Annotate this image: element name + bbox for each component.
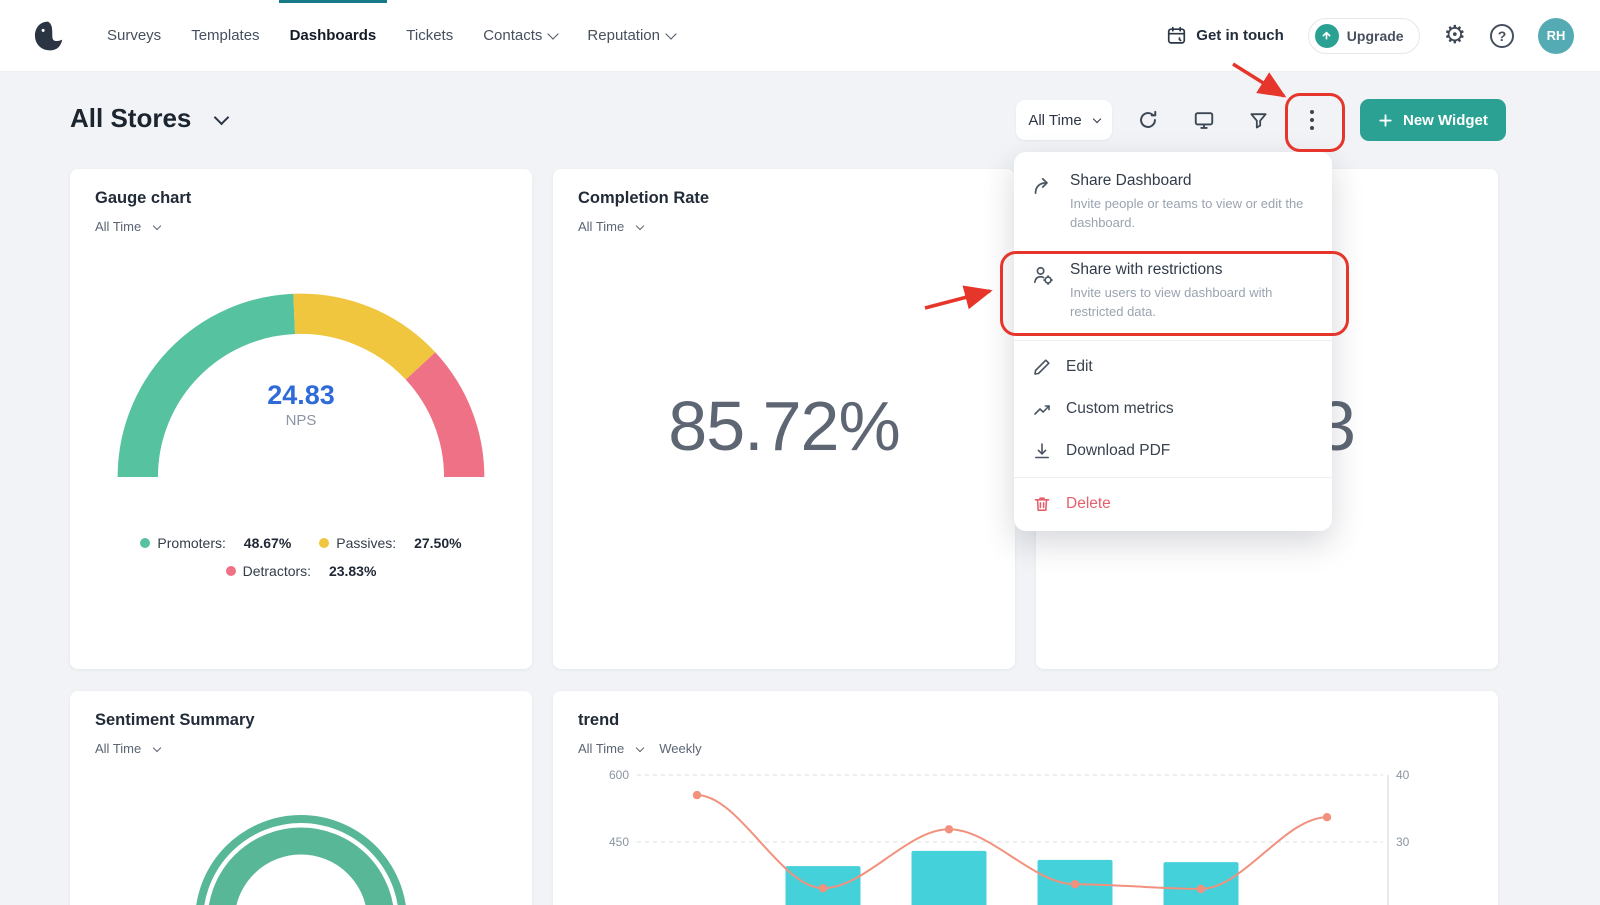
chevron-down-icon — [665, 28, 676, 39]
menu-item-custom-metrics[interactable]: Custom metrics — [1014, 388, 1332, 430]
gauge-chart-widget: Gauge chart All Time 24.83 NPS Promoters… — [70, 169, 532, 669]
chevron-down-icon — [636, 743, 644, 751]
widget-time-filter[interactable]: All Time — [95, 219, 160, 234]
tv-mode-button[interactable] — [1184, 100, 1224, 140]
nav-item-reputation[interactable]: Reputation — [572, 0, 690, 71]
trend-chart-widget: trend All Time Weekly 600 450 40 30 — [553, 691, 1498, 905]
period-label: Weekly — [659, 741, 701, 756]
chevron-down-icon — [153, 221, 161, 229]
refresh-icon — [1137, 109, 1159, 131]
sentiment-donut-chart — [70, 691, 532, 905]
more-options-kebab-button[interactable] — [1292, 100, 1332, 140]
dashboard-options-menu: Share Dashboard Invite people or teams t… — [1014, 152, 1332, 531]
primary-nav: Surveys Templates Dashboards Tickets Con… — [92, 0, 690, 71]
detractors-dot-icon — [226, 566, 236, 576]
pencil-icon — [1032, 357, 1052, 377]
bar-series — [786, 851, 1239, 905]
trend-combo-chart: 600 450 40 30 — [593, 763, 1453, 905]
trash-icon — [1032, 494, 1052, 514]
gauge-legend-row: Promoters: 48.67% Passives: 27.50% — [70, 535, 532, 551]
y-axis-left-tick: 450 — [609, 835, 629, 849]
kebab-icon — [1310, 110, 1315, 131]
menu-divider — [1014, 477, 1332, 478]
top-nav-bar: Surveys Templates Dashboards Tickets Con… — [0, 0, 1600, 72]
chevron-down-icon — [1092, 115, 1100, 123]
app-logo-icon[interactable] — [30, 18, 66, 54]
user-gear-icon — [1032, 261, 1056, 322]
completion-rate-value: 85.72% — [553, 391, 1015, 461]
widget-title: Gauge chart — [95, 189, 191, 208]
get-in-touch-button[interactable]: Get in touch — [1166, 25, 1284, 46]
user-avatar[interactable]: RH — [1538, 18, 1574, 54]
legend-promoters: Promoters: 48.67% — [140, 535, 291, 551]
trending-up-icon — [1032, 399, 1052, 419]
page-title: All Stores — [70, 103, 191, 134]
chevron-down-icon — [214, 109, 230, 125]
nav-item-contacts[interactable]: Contacts — [468, 0, 572, 71]
nav-item-templates[interactable]: Templates — [176, 0, 274, 71]
gauge-legend-row: Detractors: 23.83% — [70, 563, 532, 579]
widget-title: trend — [578, 711, 619, 730]
settings-gear-icon[interactable]: ⚙ — [1444, 23, 1466, 48]
plus-icon — [1378, 113, 1393, 128]
menu-item-share-with-restrictions[interactable]: Share with restrictions Invite users to … — [1014, 247, 1332, 336]
share-forward-icon — [1032, 172, 1056, 233]
y-axis-right-tick: 40 — [1396, 768, 1410, 782]
filter-button[interactable] — [1238, 100, 1278, 140]
nav-item-tickets[interactable]: Tickets — [391, 0, 468, 71]
widget-title: Completion Rate — [578, 189, 709, 208]
global-time-filter[interactable]: All Time — [1016, 100, 1112, 140]
y-axis-right-tick: 30 — [1396, 835, 1410, 849]
y-axis-left-tick: 600 — [609, 768, 629, 782]
monitor-icon — [1193, 109, 1215, 131]
menu-divider — [1014, 340, 1332, 341]
refresh-button[interactable] — [1128, 100, 1168, 140]
legend-detractors: Detractors: 23.83% — [226, 563, 377, 579]
sentiment-summary-widget: Sentiment Summary All Time — [70, 691, 532, 905]
menu-item-download-pdf[interactable]: Download PDF — [1014, 430, 1332, 472]
nav-item-surveys[interactable]: Surveys — [92, 0, 176, 71]
menu-item-share-dashboard[interactable]: Share Dashboard Invite people or teams t… — [1014, 158, 1332, 247]
menu-item-delete[interactable]: Delete — [1014, 483, 1332, 525]
widget-time-filter[interactable]: All Time — [578, 219, 643, 234]
legend-passives: Passives: 27.50% — [319, 535, 461, 551]
dashboard-page: Surveys Templates Dashboards Tickets Con… — [0, 0, 1600, 905]
promoters-dot-icon — [140, 538, 150, 548]
help-icon[interactable]: ? — [1490, 24, 1514, 48]
upgrade-arrow-icon — [1315, 24, 1339, 48]
upgrade-button[interactable]: Upgrade — [1308, 18, 1420, 54]
dashboard-title-dropdown[interactable]: All Stores — [70, 103, 227, 134]
new-widget-button[interactable]: New Widget — [1360, 99, 1506, 141]
nps-value: 24.83 — [70, 380, 532, 411]
nav-item-dashboards[interactable]: Dashboards — [275, 0, 392, 71]
filter-funnel-icon — [1248, 110, 1269, 131]
topbar-right-cluster: Get in touch Upgrade ⚙ ? RH — [1166, 18, 1574, 54]
calendar-clock-icon — [1166, 25, 1187, 46]
completion-rate-widget: Completion Rate All Time 85.72% — [553, 169, 1015, 669]
chevron-down-icon — [636, 221, 644, 229]
nps-label: NPS — [70, 412, 532, 429]
download-icon — [1032, 441, 1052, 461]
menu-item-edit[interactable]: Edit — [1014, 346, 1332, 388]
passives-dot-icon — [319, 538, 329, 548]
widget-time-filter[interactable]: All Time — [578, 741, 643, 756]
chevron-down-icon — [548, 28, 559, 39]
